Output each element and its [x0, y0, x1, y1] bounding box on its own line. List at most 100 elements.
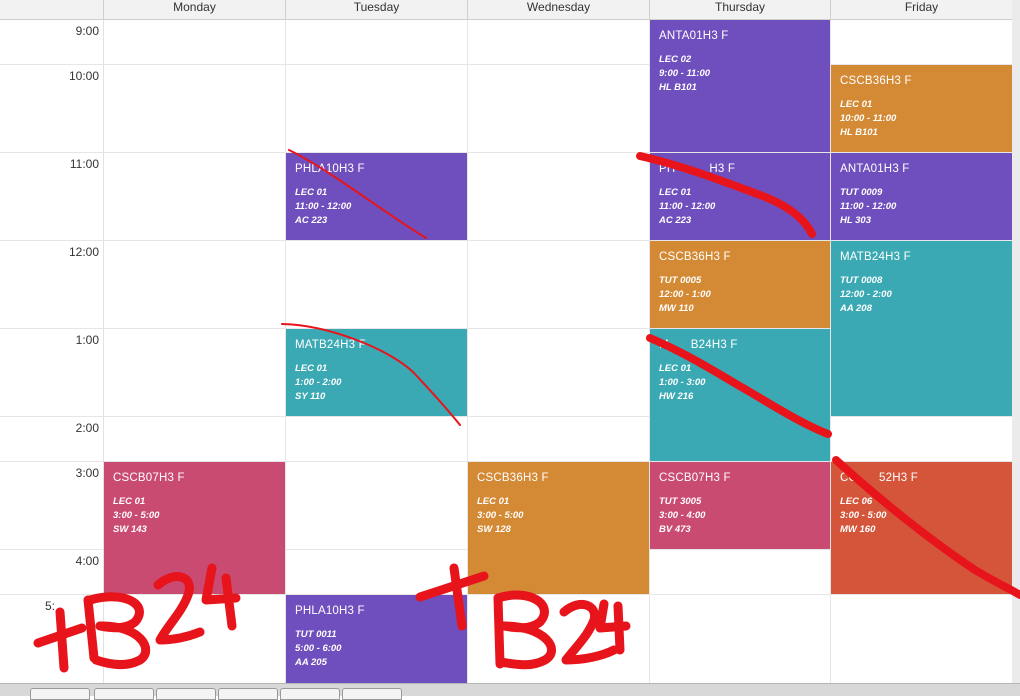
course-time: 3:00 - 4:00 [659, 510, 706, 521]
course-room: MW 110 [659, 303, 694, 314]
course-code: CSCB36H3 F [477, 472, 549, 484]
course-code: CSCB07H3 F [659, 472, 731, 484]
course-block[interactable]: CSCB36H3 F TUT 0005 12:00 - 1:00 MW 110 [650, 241, 830, 328]
time-label: 5: [45, 599, 56, 613]
time-column: 9:00 10:00 11:00 12:00 1:00 2:00 3:00 4:… [0, 20, 104, 683]
course-block[interactable]: ANTA01H3 F TUT 0009 11:00 - 12:00 HL 303 [831, 153, 1012, 240]
course-section: LEC 01 [295, 363, 328, 374]
course-room: SW 128 [477, 524, 511, 535]
time-label: 4:00 [75, 554, 99, 568]
course-block[interactable]: MATB24H3 F TUT 0008 12:00 - 2:00 AA 208 [831, 241, 1012, 416]
course-section: LEC 02 [659, 54, 692, 65]
course-section: LEC 01 [840, 99, 873, 110]
course-block[interactable]: M B24H3 F LEC 01 1:00 - 3:00 HW 216 [650, 329, 830, 461]
course-time: 3:00 - 5:00 [840, 510, 887, 521]
course-block[interactable]: ANTA01H3 F LEC 02 9:00 - 11:00 HL B101 [650, 20, 830, 152]
course-time: 11:00 - 12:00 [840, 201, 897, 212]
course-room: SY 110 [295, 391, 326, 402]
time-label: 10:00 [68, 69, 99, 83]
course-code: MATB24H3 F [295, 339, 366, 351]
course-block[interactable]: CC 52H3 F LEC 06 3:00 - 5:00 MW 160 [831, 462, 1012, 594]
course-time: 3:00 - 5:00 [113, 510, 160, 521]
course-code: M B24H3 F [659, 339, 821, 351]
course-room: HW 216 [659, 391, 694, 402]
taskbar-button[interactable] [280, 688, 340, 700]
course-code: PHLA10H3 F [295, 605, 365, 617]
course-section: TUT 0005 [659, 275, 702, 286]
taskbar-button[interactable] [218, 688, 278, 700]
course-code-visible-end: B24H3 F [690, 339, 738, 351]
course-section: LEC 01 [477, 496, 510, 507]
taskbar-button[interactable] [30, 688, 90, 700]
taskbar-button[interactable] [94, 688, 154, 700]
course-room: AA 208 [840, 303, 872, 314]
course-block[interactable]: PHLA10H3 F LEC 01 11:00 - 12:00 AC 223 [286, 153, 467, 240]
course-time: 11:00 - 12:00 [659, 201, 716, 212]
time-label: 2:00 [75, 421, 99, 435]
course-section: TUT 3005 [659, 496, 702, 507]
vertical-scrollbar[interactable] [1012, 0, 1020, 683]
course-room: BV 473 [659, 524, 691, 535]
course-block[interactable]: PHLA10H3 F TUT 0011 5:00 - 6:00 AA 205 [286, 595, 467, 683]
course-room: AA 205 [295, 657, 327, 668]
course-time: 1:00 - 3:00 [659, 377, 706, 388]
course-room: MW 160 [840, 524, 876, 535]
course-room: HL 303 [840, 215, 871, 226]
course-block[interactable]: PH H3 F LEC 01 11:00 - 12:00 AC 223 [650, 153, 830, 240]
course-code-visible-start: M [659, 339, 669, 351]
course-block[interactable]: CSCB07H3 F TUT 3005 3:00 - 4:00 BV 473 [650, 462, 830, 549]
weekly-timetable: Monday Tuesday Wednesday Thursday Friday… [0, 0, 1012, 683]
time-label: 9:00 [75, 24, 99, 38]
course-code-visible-end: H3 F [709, 163, 736, 175]
course-section: LEC 01 [659, 363, 692, 374]
course-code: PH H3 F [659, 163, 821, 175]
course-code: ANTA01H3 F [840, 163, 910, 175]
course-time: 11:00 - 12:00 [295, 201, 352, 212]
course-code-visible-start: CC [840, 472, 858, 484]
day-header-friday[interactable]: Friday [830, 0, 1012, 19]
course-code: CSCB36H3 F [840, 75, 912, 87]
grid-line [0, 416, 1012, 417]
course-room: HL B101 [840, 127, 878, 138]
course-code-visible-end: 52H3 F [879, 472, 918, 484]
taskbar-button[interactable] [342, 688, 402, 700]
course-code: CSCB36H3 F [659, 251, 731, 263]
course-code: CSCB07H3 F [113, 472, 185, 484]
taskbar [0, 683, 1020, 700]
grid-line [0, 594, 1012, 595]
course-block[interactable]: MATB24H3 F LEC 01 1:00 - 2:00 SY 110 [286, 329, 467, 416]
course-time: 3:00 - 5:00 [477, 510, 524, 521]
course-section: LEC 06 [840, 496, 873, 507]
course-block[interactable]: CSCB36H3 F LEC 01 10:00 - 11:00 HL B101 [831, 65, 1012, 152]
course-room: AC 223 [295, 215, 328, 226]
course-room: HL B101 [659, 82, 697, 93]
course-code: ANTA01H3 F [659, 30, 729, 42]
time-label: 12:00 [68, 245, 99, 259]
course-code: PHLA10H3 F [295, 163, 365, 175]
time-label: 1:00 [75, 333, 99, 347]
course-time: 10:00 - 11:00 [840, 113, 897, 124]
taskbar-button[interactable] [156, 688, 216, 700]
course-room: AC 223 [659, 215, 692, 226]
day-header-monday[interactable]: Monday [103, 0, 285, 19]
course-section: LEC 01 [295, 187, 328, 198]
day-header-wednesday[interactable]: Wednesday [467, 0, 649, 19]
course-section: LEC 01 [659, 187, 692, 198]
time-label: 3:00 [75, 466, 99, 480]
day-header-tuesday[interactable]: Tuesday [285, 0, 467, 19]
course-section: LEC 01 [113, 496, 146, 507]
course-section: TUT 0011 [295, 629, 337, 640]
course-section: TUT 0009 [840, 187, 883, 198]
course-time: 12:00 - 2:00 [840, 289, 892, 300]
course-code: CC 52H3 F [840, 472, 1003, 484]
day-header-thursday[interactable]: Thursday [649, 0, 830, 19]
course-code-visible-start: PH [659, 163, 676, 175]
course-room: SW 143 [113, 524, 147, 535]
course-block[interactable]: CSCB07H3 F LEC 01 3:00 - 5:00 SW 143 [104, 462, 285, 594]
course-time: 9:00 - 11:00 [659, 68, 711, 79]
course-time: 12:00 - 1:00 [659, 289, 711, 300]
course-block[interactable]: CSCB36H3 F LEC 01 3:00 - 5:00 SW 128 [468, 462, 649, 594]
time-label: 11:00 [69, 157, 99, 171]
day-header-row: Monday Tuesday Wednesday Thursday Friday [0, 0, 1012, 20]
course-section: TUT 0008 [840, 275, 883, 286]
